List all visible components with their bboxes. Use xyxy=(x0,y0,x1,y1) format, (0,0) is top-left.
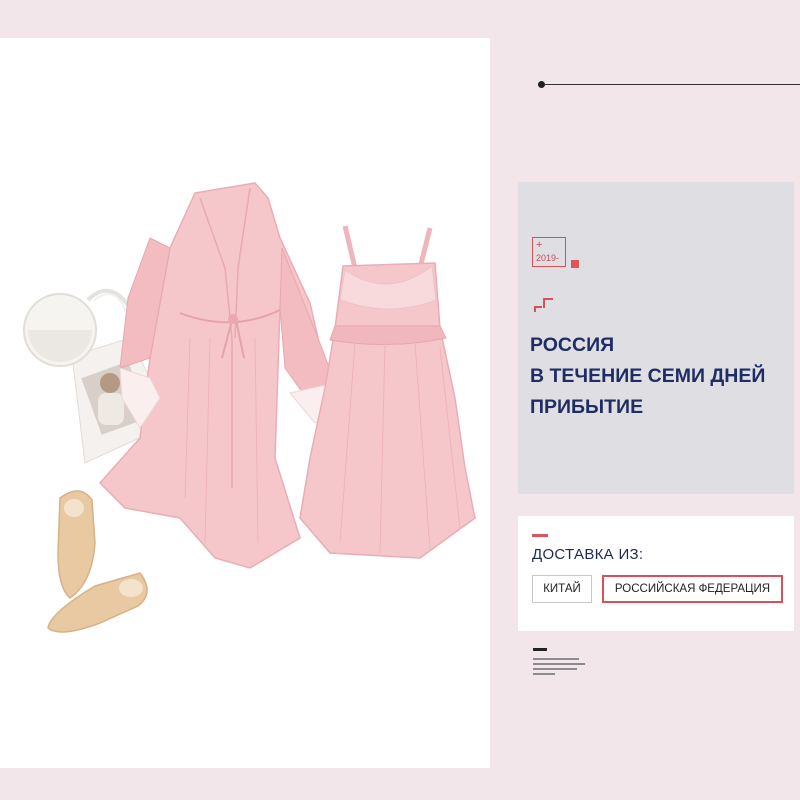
ships-from-card: ДОСТАВКА ИЗ: КИТАЙ РОССИЙСКАЯ ФЕДЕРАЦИЯ xyxy=(518,516,794,631)
fine-print-line xyxy=(533,663,585,665)
option-russia-button[interactable]: РОССИЙСКАЯ ФЕДЕРАЦИЯ xyxy=(602,575,783,603)
badge-square-icon xyxy=(571,260,579,268)
headline: РОССИЯ В ТЕЧЕНИЕ СЕМИ ДНЕЙ ПРИБЫТИЕ xyxy=(530,330,790,423)
corner-bracket-small-icon xyxy=(534,306,542,312)
option-china-button[interactable]: КИТАЙ xyxy=(532,575,592,603)
year-label: 2019- xyxy=(536,253,560,263)
product-photo xyxy=(0,38,490,768)
headline-line-1: РОССИЯ xyxy=(530,334,615,356)
divider-dot xyxy=(538,81,545,88)
shoes xyxy=(47,490,148,633)
headline-line-3: ПРИБЫТИЕ xyxy=(530,396,644,418)
fine-print-line xyxy=(533,673,555,675)
slip-dress xyxy=(299,225,476,559)
footer-accent-bar xyxy=(533,648,547,651)
ships-from-label: ДОСТАВКА ИЗ: xyxy=(532,546,644,563)
corner-bracket-icon xyxy=(543,298,553,308)
footer-fine-print xyxy=(533,658,585,678)
year-badge: + 2019- xyxy=(532,237,566,267)
fine-print-line xyxy=(533,658,579,660)
top-divider-line xyxy=(538,84,800,85)
fine-print-line xyxy=(533,668,577,670)
delivery-info-card: + 2019- РОССИЯ В ТЕЧЕНИЕ СЕМИ ДНЕЙ ПРИБЫ… xyxy=(518,182,794,494)
accent-bar xyxy=(532,534,548,537)
headline-line-2: В ТЕЧЕНИЕ СЕМИ ДНЕЙ xyxy=(530,365,766,387)
plus-icon: + xyxy=(536,239,543,251)
